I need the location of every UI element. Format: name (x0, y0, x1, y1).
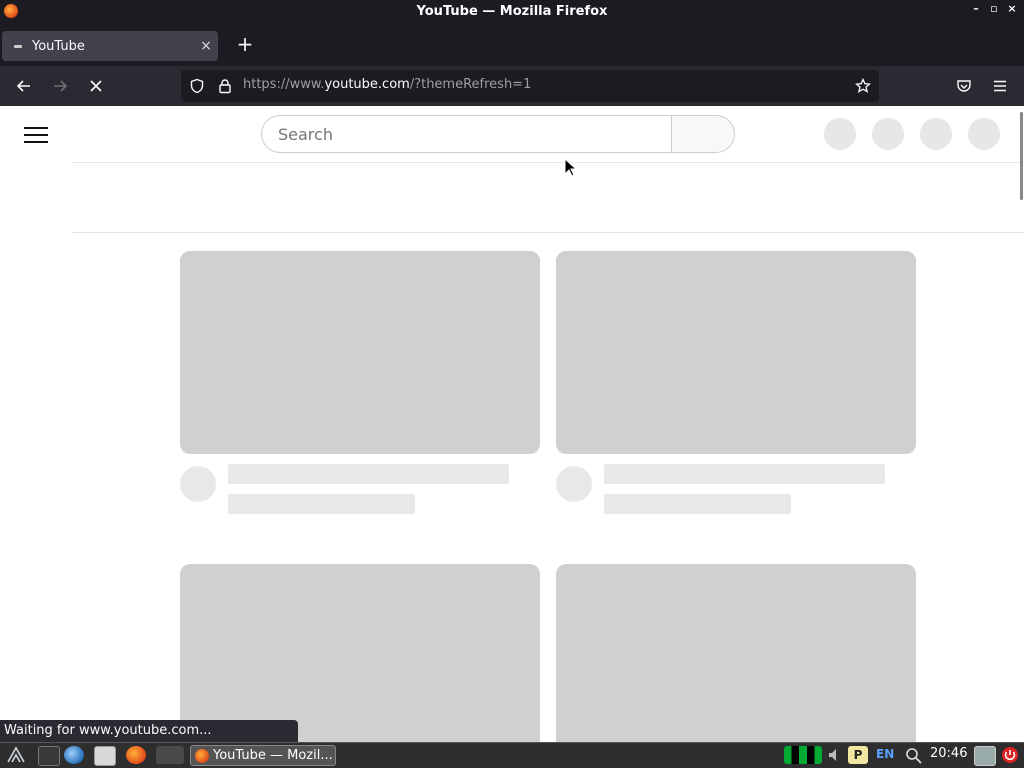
taskbar-task-firefox[interactable]: YouTube — Mozil... (190, 745, 336, 766)
forward-button[interactable] (48, 74, 72, 98)
desktop-taskbar: YouTube — Mozil... P EN 20:46 (0, 742, 1024, 768)
guide-menu-button[interactable] (24, 124, 48, 146)
screen-lock-icon[interactable] (974, 746, 996, 766)
pocket-button[interactable] (952, 74, 976, 98)
channel-avatar-placeholder (180, 466, 216, 502)
tab-close-button[interactable]: × (196, 38, 216, 54)
page-content (0, 106, 1024, 742)
shield-icon[interactable] (189, 78, 205, 94)
header-icon-placeholder (920, 118, 952, 150)
url-text[interactable]: https://www.youtube.com/?themeRefresh=1 (243, 77, 531, 92)
taskbar-clock[interactable]: 20:46 (930, 746, 967, 761)
search-input[interactable] (261, 115, 671, 153)
mouse-cursor-icon (564, 158, 578, 177)
channel-avatar-placeholder (556, 466, 592, 502)
video-meta-placeholder (604, 494, 791, 514)
status-panel: Waiting for www.youtube.com... (0, 720, 298, 742)
minimize-button[interactable]: – (970, 2, 982, 15)
window-titlebar: YouTube — Mozilla Firefox – ▫ × (0, 0, 1024, 22)
volume-icon[interactable] (826, 746, 846, 764)
new-tab-button[interactable]: + (234, 31, 256, 59)
chips-divider (72, 232, 1024, 233)
url-host: youtube.com (324, 77, 410, 92)
back-button[interactable] (12, 74, 36, 98)
firefox-task-icon (195, 749, 209, 763)
power-icon[interactable] (1000, 746, 1020, 764)
video-meta-placeholder (228, 494, 415, 514)
search-button[interactable] (671, 115, 735, 153)
web-browser-icon[interactable] (64, 746, 84, 764)
window-title: YouTube — Mozilla Firefox (416, 3, 608, 19)
header-icon-placeholder (824, 118, 856, 150)
tab-favicon-icon (14, 44, 22, 48)
maximize-button[interactable]: ▫ (988, 2, 1000, 15)
video-thumbnail-placeholder (556, 564, 916, 742)
window-controls: – ▫ × (970, 2, 1018, 15)
hamburger-menu-icon (994, 80, 1006, 92)
menu-line (24, 127, 48, 129)
close-window-button[interactable]: × (1006, 2, 1018, 15)
tab-title: YouTube (32, 38, 85, 54)
file-manager-icon[interactable] (94, 746, 116, 766)
video-thumbnail-placeholder (556, 251, 916, 454)
navigation-toolbar: https://www.youtube.com/?themeRefresh=1 (0, 66, 1024, 106)
stop-button[interactable] (84, 74, 108, 98)
app-menu-button[interactable] (988, 74, 1012, 98)
avatar-placeholder (968, 118, 1000, 150)
tab-strip: YouTube × + (0, 22, 1024, 66)
taskbar-task-label: YouTube — Mozil... (213, 748, 333, 763)
keyboard-layout-indicator[interactable]: EN (876, 747, 894, 761)
video-thumbnail-placeholder (180, 251, 540, 454)
video-title-placeholder (228, 464, 509, 484)
clipboard-manager-icon[interactable]: P (848, 746, 868, 764)
tab-youtube[interactable]: YouTube × (2, 31, 218, 61)
url-prefix: https://www. (243, 77, 325, 92)
arrow-left-icon (16, 80, 30, 92)
show-desktop-icon[interactable] (38, 746, 60, 766)
launcher-slot (156, 746, 184, 764)
chips-divider (72, 162, 1024, 163)
page-scrollbar[interactable] (1018, 106, 1024, 742)
scrollbar-thumb[interactable] (1020, 112, 1023, 200)
search-tool-icon[interactable] (904, 746, 924, 764)
video-thumbnail-placeholder (180, 564, 540, 742)
header-icon-placeholder (872, 118, 904, 150)
menu-line (24, 134, 48, 136)
video-title-placeholder (604, 464, 885, 484)
star-icon[interactable] (855, 78, 871, 94)
start-menu-icon[interactable] (6, 746, 26, 764)
cpu-monitor-icon (784, 746, 822, 764)
lock-icon[interactable] (217, 78, 233, 94)
firefox-logo-icon (4, 4, 18, 18)
close-icon (90, 80, 102, 92)
url-path: /?themeRefresh=1 (409, 77, 532, 92)
url-bar[interactable]: https://www.youtube.com/?themeRefresh=1 (181, 70, 879, 102)
arrow-right-icon (54, 80, 68, 92)
pocket-icon (957, 80, 971, 92)
menu-line (24, 141, 48, 143)
firefox-launcher-icon[interactable] (126, 746, 146, 764)
